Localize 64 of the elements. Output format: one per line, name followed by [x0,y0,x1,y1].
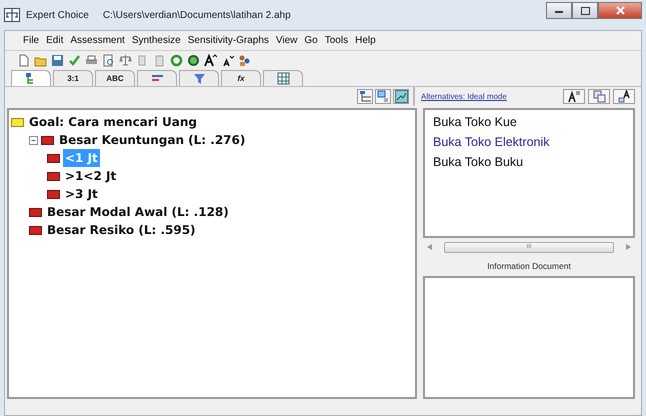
tree-node[interactable]: >1<2 Jt [63,167,118,185]
alternative-item[interactable]: Buka Toko Buku [433,152,625,172]
criterion-node-icon [47,154,60,162]
text-format-button[interactable] [613,89,635,104]
view-tab[interactable]: ABC [95,70,135,86]
menu-item[interactable]: Sensitivity-Graphs [188,33,269,48]
printer-icon[interactable] [85,54,98,66]
funnel-icon [192,72,206,85]
minimize-button[interactable] [546,2,572,19]
alternatives-mode-link[interactable]: Alternatives: Ideal mode [421,90,507,102]
criterion-node-icon [29,208,42,216]
preview-icon[interactable] [102,54,115,66]
file-path: C:\Users\verdian\Documents\latihan 2.ahp [102,8,291,22]
menu-item[interactable]: Tools [324,33,348,48]
new-file-icon[interactable] [17,54,30,66]
maximize-button[interactable] [572,2,598,19]
menu-item[interactable]: View [276,33,298,48]
goal-node-icon [11,118,24,126]
view-tab[interactable]: fx [221,70,261,86]
menu-item[interactable]: Assessment [70,33,125,48]
node-view-button[interactable] [375,89,391,104]
collapse-icon[interactable] [29,136,38,144]
criterion-node-icon [47,190,60,198]
close-button[interactable] [598,2,642,19]
menu-item[interactable]: File [23,33,40,48]
information-document-box[interactable] [423,276,635,399]
tree-view-button[interactable] [357,89,373,104]
alternative-item[interactable]: Buka Toko Kue [433,112,625,132]
tree-node[interactable]: >3 Jt [63,185,100,203]
menu-item[interactable]: Edit [46,33,64,48]
criterion-node-icon [41,136,54,144]
save-icon[interactable] [51,54,64,66]
criterion-node-icon [47,172,60,180]
clipboard-icon[interactable] [153,54,166,66]
app-icon [4,8,20,22]
window-icon-button[interactable] [588,89,610,104]
view-tab[interactable] [11,70,51,86]
scale-icon[interactable] [119,54,132,66]
chart-view-button[interactable] [393,89,409,104]
refresh-icon[interactable] [170,54,183,66]
tree-node[interactable]: Goal: Cara mencari Uang [27,113,199,131]
criterion-node-icon [29,226,42,234]
view-tab[interactable] [263,70,303,86]
app-name: Expert Choice [26,8,89,22]
alternative-item[interactable]: Buka Toko Elektronik [433,132,625,152]
font-icon-button[interactable] [563,89,585,104]
refresh-icon[interactable] [187,54,200,66]
tree-node[interactable]: Besar Modal Awal (L: .128) [45,203,231,221]
view-tab[interactable] [179,70,219,86]
view-tab[interactable] [137,70,177,86]
people-icon[interactable] [238,54,251,66]
check-icon[interactable] [68,54,81,66]
menu-item[interactable]: Synthesize [132,33,181,48]
menu-item[interactable]: Go [304,33,318,48]
panel-title: Information Document [486,260,572,273]
font-size-icon[interactable] [221,54,234,66]
menu-item[interactable]: Help [355,33,376,48]
view-tab[interactable]: 3:1 [53,70,93,86]
tree-node[interactable]: Besar Resiko (L: .595) [45,221,198,239]
tree-node[interactable]: Besar Keuntungan (L: .276) [57,131,248,149]
font-size-icon[interactable] [204,54,217,66]
maximize-icon [580,6,590,15]
table-icon [276,72,290,85]
close-icon [616,6,624,16]
